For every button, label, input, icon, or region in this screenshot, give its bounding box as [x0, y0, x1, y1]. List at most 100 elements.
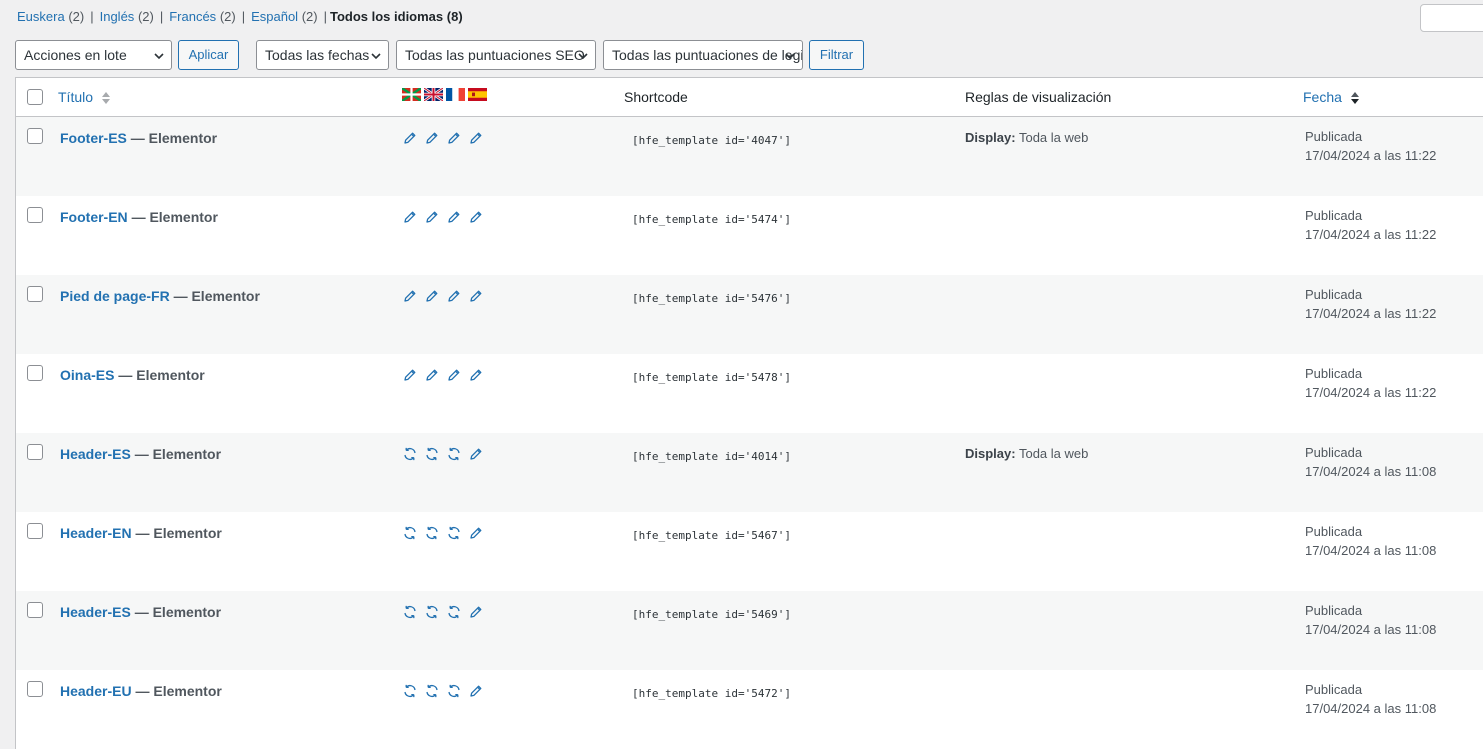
templates-table: Título Shortcode Reglas de visualización… [15, 77, 1483, 749]
lang-filter-link[interactable]: Euskera [17, 9, 65, 24]
pencil-icon[interactable] [446, 367, 462, 383]
row-translation-icons [402, 525, 484, 541]
row-checkbox[interactable] [27, 681, 43, 697]
lang-filter-link[interactable]: Inglés [100, 9, 135, 24]
bulk-actions-value: Acciones en lote [24, 47, 127, 63]
lang-count: (2) [137, 9, 154, 24]
pencil-icon[interactable] [402, 288, 418, 304]
search-input[interactable] [1420, 4, 1483, 32]
date-filter-select[interactable]: Todas las fechas [256, 40, 389, 70]
lang-filter-euskera[interactable]: Euskera (2) [17, 9, 84, 24]
row-title-link[interactable]: Header-ES [60, 446, 131, 462]
pencil-icon[interactable] [468, 604, 484, 620]
row-title: Header-ES — Elementor [60, 445, 221, 463]
column-display-rules: Reglas de visualización [965, 89, 1112, 105]
pencil-icon[interactable] [446, 288, 462, 304]
pencil-icon[interactable] [468, 446, 484, 462]
pencil-icon[interactable] [424, 288, 440, 304]
row-datetime: 17/04/2024 a las 11:08 [1305, 622, 1437, 637]
seo-score-select[interactable]: Todas las puntuaciones SEO [396, 40, 596, 70]
apply-button[interactable]: Aplicar [178, 40, 239, 70]
pencil-icon[interactable] [424, 209, 440, 225]
lang-filter-ingles[interactable]: Inglés (2) [100, 9, 154, 24]
row-datetime: 17/04/2024 a las 11:08 [1305, 543, 1437, 558]
sync-icon[interactable] [446, 683, 462, 699]
row-translation-icons [402, 446, 484, 462]
row-date: Publicada 17/04/2024 a las 11:22 [1305, 364, 1436, 402]
chevron-down-icon [154, 53, 164, 60]
pencil-icon[interactable] [402, 130, 418, 146]
filter-button[interactable]: Filtrar [809, 40, 864, 70]
display-label: Display: [965, 130, 1016, 145]
row-shortcode: [hfe_template id='5469'] [632, 608, 791, 621]
separator: | [241, 9, 246, 24]
pencil-icon[interactable] [468, 683, 484, 699]
flag-uk-icon [424, 88, 443, 101]
lang-filter-link[interactable]: Francés [169, 9, 216, 24]
sync-icon[interactable] [424, 683, 440, 699]
row-checkbox[interactable] [27, 286, 43, 302]
column-date-label: Fecha [1303, 89, 1342, 105]
row-checkbox[interactable] [27, 128, 43, 144]
row-display-rules: Display: Toda la web [965, 445, 1088, 463]
row-checkbox[interactable] [27, 523, 43, 539]
row-checkbox[interactable] [27, 444, 43, 460]
row-title: Header-ES — Elementor [60, 603, 221, 621]
pencil-icon[interactable] [446, 209, 462, 225]
separator: | [159, 9, 164, 24]
row-translation-icons [402, 604, 484, 620]
table-row: Footer-ES — Elementor [hfe_template id='4… [16, 117, 1483, 196]
row-checkbox[interactable] [27, 207, 43, 223]
row-title-link[interactable]: Header-EU [60, 683, 132, 699]
bulk-actions-select[interactable]: Acciones en lote [15, 40, 172, 70]
pencil-icon[interactable] [468, 209, 484, 225]
row-title-link[interactable]: Oina-ES [60, 367, 114, 383]
pencil-icon[interactable] [424, 130, 440, 146]
row-translation-icons [402, 288, 484, 304]
date-filter-value: Todas las fechas [265, 47, 370, 63]
row-checkbox[interactable] [27, 602, 43, 618]
sync-icon[interactable] [402, 525, 418, 541]
row-title-link[interactable]: Pied de page-FR [60, 288, 170, 304]
pencil-icon[interactable] [402, 367, 418, 383]
table-row: Pied de page-FR — Elementor [hfe_template… [16, 275, 1483, 354]
select-all-checkbox[interactable] [27, 89, 43, 105]
row-title-link[interactable]: Header-EN [60, 525, 132, 541]
lang-filter-frances[interactable]: Francés (2) [169, 9, 235, 24]
pencil-icon[interactable] [402, 209, 418, 225]
lang-count: (2) [301, 9, 318, 24]
lang-filter-espanol[interactable]: Español (2) [251, 9, 318, 24]
sync-icon[interactable] [424, 525, 440, 541]
sync-icon[interactable] [402, 446, 418, 462]
sync-icon[interactable] [402, 604, 418, 620]
pencil-icon[interactable] [446, 130, 462, 146]
pencil-icon[interactable] [468, 130, 484, 146]
sync-icon[interactable] [424, 446, 440, 462]
lang-filter-link[interactable]: Español [251, 9, 298, 24]
column-title[interactable]: Título [58, 78, 111, 116]
row-post-state: — Elementor [118, 367, 205, 383]
lang-filter-all[interactable]: Todos los idiomas (8) [330, 9, 463, 24]
lang-count: (2) [68, 9, 85, 24]
row-date: Publicada 17/04/2024 a las 11:08 [1305, 680, 1436, 718]
sync-icon[interactable] [446, 525, 462, 541]
chevron-down-icon [371, 53, 381, 60]
sync-icon[interactable] [424, 604, 440, 620]
sync-icon[interactable] [446, 446, 462, 462]
row-date: Publicada 17/04/2024 a las 11:22 [1305, 127, 1436, 165]
pencil-icon[interactable] [468, 525, 484, 541]
row-title: Footer-ES — Elementor [60, 129, 217, 147]
readability-score-select[interactable]: Todas las puntuaciones de legibilidad [603, 40, 803, 70]
row-status: Publicada [1305, 445, 1363, 460]
sync-icon[interactable] [446, 604, 462, 620]
pencil-icon[interactable] [424, 367, 440, 383]
column-date[interactable]: Fecha [1303, 78, 1360, 116]
lang-count: (2) [219, 9, 236, 24]
row-title-link[interactable]: Footer-ES [60, 130, 127, 146]
sync-icon[interactable] [402, 683, 418, 699]
row-title-link[interactable]: Header-ES [60, 604, 131, 620]
pencil-icon[interactable] [468, 367, 484, 383]
row-checkbox[interactable] [27, 365, 43, 381]
row-title-link[interactable]: Footer-EN [60, 209, 128, 225]
pencil-icon[interactable] [468, 288, 484, 304]
